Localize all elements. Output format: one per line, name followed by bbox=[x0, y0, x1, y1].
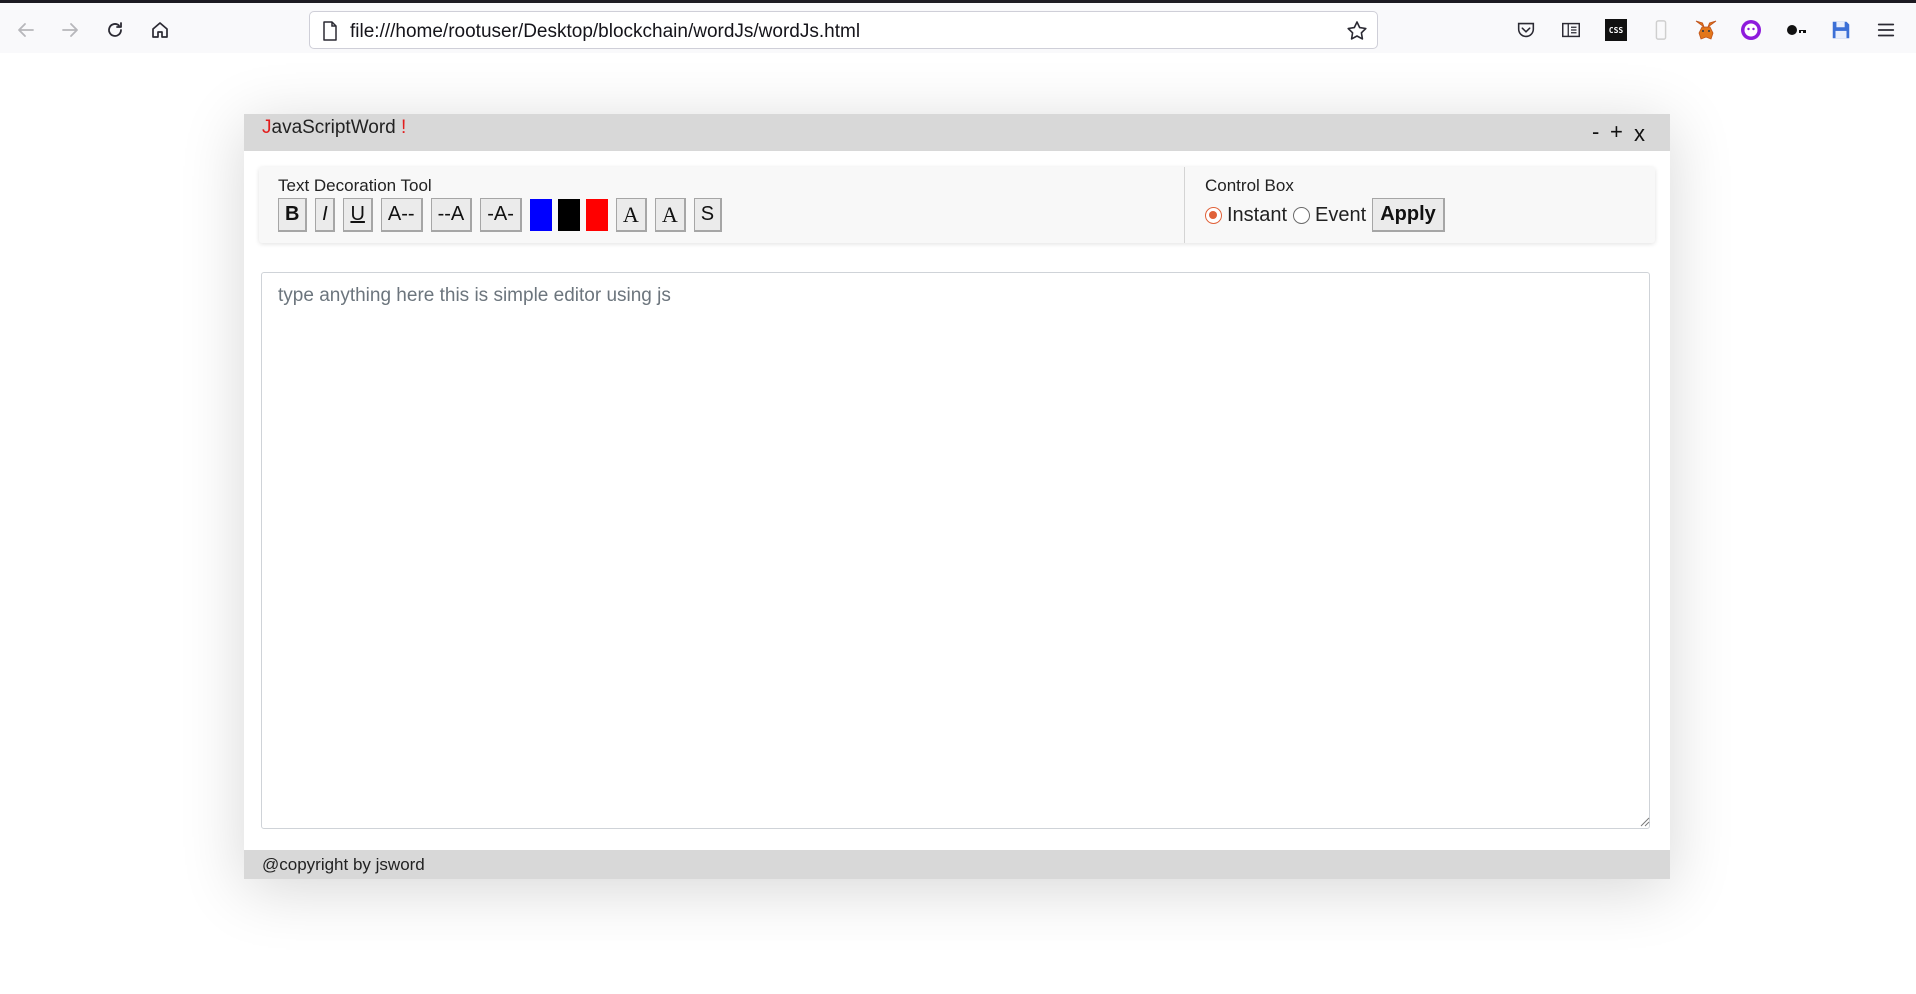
strikethrough-button[interactable]: S bbox=[693, 198, 723, 232]
title-first-letter: J bbox=[262, 117, 272, 138]
text-decoration-tool: Text Decoration Tool B I U A-- --A -A- A… bbox=[259, 167, 1185, 243]
bold-button[interactable]: B bbox=[278, 198, 308, 232]
color-swatch-red[interactable] bbox=[585, 199, 608, 231]
close-button[interactable]: x bbox=[1634, 123, 1645, 145]
control-box: Control Box Instant Event Apply bbox=[1186, 167, 1655, 243]
decoration-buttons: B I U A-- --A -A- A A S bbox=[278, 198, 730, 232]
apply-button[interactable]: Apply bbox=[1372, 198, 1445, 232]
save-icon[interactable] bbox=[1829, 18, 1853, 42]
maximize-button[interactable]: + bbox=[1610, 121, 1623, 143]
css-extension-icon[interactable]: CSS bbox=[1604, 18, 1628, 42]
css-badge: CSS bbox=[1605, 19, 1627, 41]
reader-view-icon[interactable] bbox=[1559, 18, 1583, 42]
reset-font-size-button[interactable]: -A- bbox=[480, 198, 522, 232]
device-icon[interactable] bbox=[1649, 18, 1673, 42]
copyright-text: @copyright by jsword bbox=[262, 855, 425, 874]
bookmark-star-icon[interactable] bbox=[1345, 19, 1369, 43]
event-label: Event bbox=[1315, 203, 1367, 226]
minimize-button[interactable]: - bbox=[1592, 121, 1599, 143]
extension-face-icon[interactable] bbox=[1739, 18, 1763, 42]
page-icon bbox=[323, 21, 337, 41]
footer: @copyright by jsword bbox=[244, 850, 1670, 879]
key-icon[interactable] bbox=[1784, 18, 1808, 42]
control-options: Instant Event Apply bbox=[1205, 198, 1445, 232]
editor-textarea[interactable] bbox=[261, 272, 1650, 829]
url-bar[interactable]: file:///home/rootuser/Desktop/blockchain… bbox=[309, 11, 1378, 49]
resize-handle-icon[interactable] bbox=[1638, 815, 1650, 827]
underline-button[interactable]: U bbox=[343, 198, 373, 232]
url-text: file:///home/rootuser/Desktop/blockchain… bbox=[350, 21, 861, 42]
forward-icon[interactable] bbox=[55, 15, 85, 45]
font-serif-button[interactable]: A bbox=[615, 198, 647, 232]
back-icon[interactable] bbox=[11, 15, 41, 45]
decrease-font-size-button[interactable]: A-- bbox=[380, 198, 423, 232]
toolbar: Text Decoration Tool B I U A-- --A -A- A… bbox=[259, 167, 1655, 243]
editor-window: JavaScriptWord ! - + x Text Decoration T… bbox=[244, 114, 1670, 879]
increase-font-size-button[interactable]: --A bbox=[430, 198, 473, 232]
color-swatch-black[interactable] bbox=[557, 199, 580, 231]
italic-button[interactable]: I bbox=[315, 198, 336, 232]
home-icon[interactable] bbox=[145, 15, 175, 45]
app-title: JavaScriptWord ! bbox=[262, 117, 406, 139]
pocket-icon[interactable] bbox=[1514, 18, 1538, 42]
hamburger-menu-icon[interactable] bbox=[1874, 18, 1898, 42]
instant-label: Instant bbox=[1227, 203, 1288, 226]
metamask-fox-icon[interactable] bbox=[1694, 18, 1718, 42]
title-rest: avaScriptWord bbox=[271, 117, 396, 138]
font-alt-button[interactable]: A bbox=[654, 198, 686, 232]
title-exclamation: ! bbox=[401, 117, 407, 138]
reload-icon[interactable] bbox=[100, 15, 130, 45]
browser-toolbar: file:///home/rootuser/Desktop/blockchain… bbox=[0, 0, 1916, 53]
instant-radio[interactable] bbox=[1205, 206, 1222, 224]
control-box-label: Control Box bbox=[1205, 176, 1294, 195]
title-bar: JavaScriptWord ! - + x bbox=[244, 114, 1670, 151]
event-radio[interactable] bbox=[1293, 206, 1311, 224]
text-decoration-label: Text Decoration Tool bbox=[278, 176, 432, 195]
color-swatch-blue[interactable] bbox=[529, 199, 552, 231]
